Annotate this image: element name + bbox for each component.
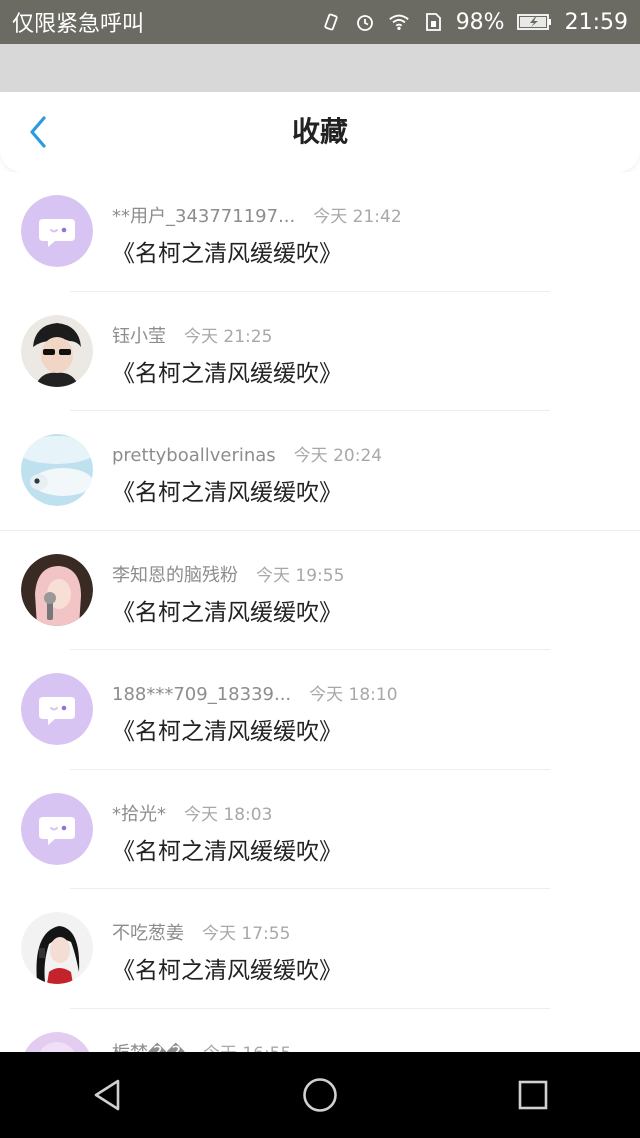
item-meta: **用户_343771197... 今天 21:42 xyxy=(112,202,402,228)
user-photo-avatar[interactable] xyxy=(21,314,93,387)
timestamp: 今天 18:10 xyxy=(309,685,398,705)
square-recents-icon xyxy=(519,1080,548,1110)
list-item[interactable]: prettyboallverinas 今天 20:24 《名柯之清风缓缓吹》 xyxy=(0,411,640,531)
sim-card-icon xyxy=(422,11,444,33)
carrier-text: 仅限紧急呼叫 xyxy=(12,12,145,37)
purple-photo-avatar[interactable] xyxy=(21,1031,93,1052)
list-item[interactable]: 李知恩的脑残粉 今天 19:55 《名柯之清风缓缓吹》 xyxy=(0,531,640,650)
favorite-title[interactable]: 《名柯之清风缓缓吹》 xyxy=(112,951,342,985)
favorite-title[interactable]: 《名柯之清风缓缓吹》 xyxy=(112,354,342,388)
timestamp: 今天 16:55 xyxy=(203,1044,291,1053)
system-nav-bar xyxy=(0,1052,640,1138)
top-spacer xyxy=(0,44,640,92)
list-item[interactable]: **用户_343771197... 今天 21:42 《名柯之清风缓缓吹》 xyxy=(0,172,640,292)
triangle-back-icon xyxy=(94,1079,119,1111)
list-item[interactable]: *拾光* 今天 18:03 《名柯之清风缓缓吹》 xyxy=(0,770,640,889)
list-item[interactable]: 不吃葱姜 今天 17:55 《名柯之清风缓缓吹》 xyxy=(0,889,640,1009)
vibrate-icon xyxy=(320,11,342,33)
item-meta: 李知恩的脑残粉 今天 19:55 xyxy=(112,561,344,587)
username[interactable]: 不吃葱姜 xyxy=(112,923,184,944)
favorite-title[interactable]: 《名柯之清风缓缓吹》 xyxy=(112,234,342,268)
item-meta: 栀梦�� 今天 16:55 xyxy=(112,1039,291,1053)
list-item[interactable]: 栀梦�� 今天 16:55 xyxy=(0,1009,640,1053)
favorite-title[interactable]: 《名柯之清风缓缓吹》 xyxy=(112,712,342,746)
status-icons: 98% 21:59 xyxy=(320,10,628,35)
username[interactable]: *拾光* xyxy=(112,804,166,825)
favorites-list: **用户_343771197... 今天 21:42 《名柯之清风缓缓吹》 钰小莹… xyxy=(0,172,640,1052)
clock-time: 21:59 xyxy=(564,9,628,35)
seal-photo-avatar[interactable] xyxy=(21,434,93,506)
item-meta: prettyboallverinas 今天 20:24 xyxy=(112,441,382,466)
username[interactable]: 栀梦�� xyxy=(112,1043,185,1053)
page-title: 收藏 xyxy=(291,115,348,148)
username[interactable]: 钰小莹 xyxy=(112,326,166,347)
battery-charging-icon xyxy=(516,11,553,33)
girl-photo-avatar[interactable] xyxy=(21,912,93,984)
singer-photo-avatar[interactable] xyxy=(21,553,93,626)
recents-nav-button[interactable] xyxy=(503,1065,563,1125)
timestamp: 今天 21:42 xyxy=(313,207,402,227)
favorite-title[interactable]: 《名柯之清风缓缓吹》 xyxy=(112,832,342,866)
list-item[interactable]: 188***709_18339... 今天 18:10 《名柯之清风缓缓吹》 xyxy=(0,650,640,770)
home-nav-button[interactable] xyxy=(290,1065,350,1125)
favorite-title[interactable]: 《名柯之清风缓缓吹》 xyxy=(112,593,342,627)
item-meta: 不吃葱姜 今天 17:55 xyxy=(112,919,290,945)
item-meta: *拾光* 今天 18:03 xyxy=(112,800,272,826)
item-meta: 钰小莹 今天 21:25 xyxy=(112,322,272,348)
username[interactable]: 188***709_18339... xyxy=(112,684,291,705)
app-header: 收藏 xyxy=(0,92,640,172)
alarm-icon xyxy=(354,11,376,33)
item-meta: 188***709_18339... 今天 18:10 xyxy=(112,680,398,705)
username[interactable]: **用户_343771197... xyxy=(112,206,295,227)
default-chat-avatar-icon[interactable] xyxy=(21,673,93,745)
wifi-icon xyxy=(388,11,410,33)
username[interactable]: prettyboallverinas xyxy=(112,445,276,466)
default-chat-avatar-icon[interactable] xyxy=(21,792,93,865)
timestamp: 今天 21:25 xyxy=(184,326,273,347)
list-item[interactable]: 钰小莹 今天 21:25 《名柯之清风缓缓吹》 xyxy=(0,292,640,411)
default-chat-avatar-icon[interactable] xyxy=(21,195,93,267)
timestamp: 今天 18:03 xyxy=(184,804,273,825)
timestamp: 今天 19:55 xyxy=(256,565,345,586)
username[interactable]: 李知恩的脑残粉 xyxy=(112,565,238,586)
back-nav-button[interactable] xyxy=(77,1065,137,1125)
status-bar: 仅限紧急呼叫 98% 21:59 xyxy=(0,0,640,44)
circle-home-icon xyxy=(303,1078,337,1112)
timestamp: 今天 20:24 xyxy=(293,446,383,466)
favorite-title[interactable]: 《名柯之清风缓缓吹》 xyxy=(112,473,342,507)
battery-percent: 98% xyxy=(455,9,505,35)
timestamp: 今天 17:55 xyxy=(202,924,291,944)
